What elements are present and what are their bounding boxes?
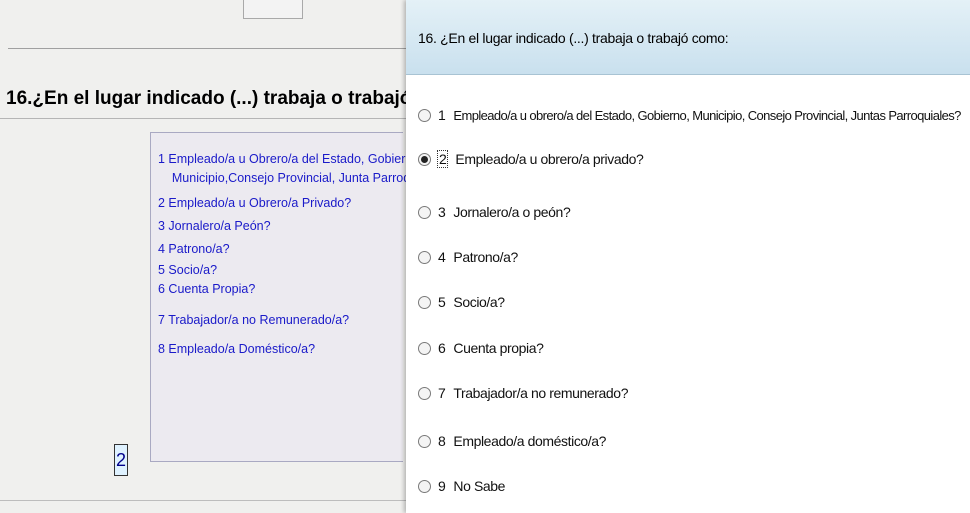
option-number: 4 bbox=[438, 249, 446, 265]
list-item: 8 Empleado/a Doméstico/a? bbox=[158, 342, 316, 356]
option-number: 8 bbox=[438, 433, 446, 449]
radio-button[interactable] bbox=[418, 341, 431, 355]
background-form: 16.¿En el lugar indicado (...) trabaja o… bbox=[0, 0, 474, 513]
divider-line bbox=[8, 48, 406, 49]
list-item: 2 Empleado/a u Obrero/a Privado? bbox=[158, 196, 352, 210]
question-dialog: 16. ¿En el lugar indicado (...) trabaja … bbox=[406, 0, 970, 513]
radio-button[interactable] bbox=[418, 479, 431, 493]
option-label: Jornalero/a o peón? bbox=[453, 204, 571, 220]
option-number: 2 bbox=[436, 150, 449, 168]
option-label: Trabajador/a no remunerado? bbox=[453, 385, 629, 401]
radio-option-1[interactable]: 1 Empleado/a u obrero/a del Estado, Gobi… bbox=[418, 104, 961, 126]
radio-option-7[interactable]: 7 Trabajador/a no remunerado? bbox=[418, 382, 628, 404]
radio-button[interactable] bbox=[418, 108, 431, 122]
radio-button[interactable] bbox=[418, 386, 431, 400]
answer-field[interactable]: 2 bbox=[114, 444, 128, 476]
option-label: Empleado/a u obrero/a del Estado, Gobier… bbox=[453, 107, 961, 123]
radio-option-2[interactable]: 2 Empleado/a u obrero/a privado? bbox=[418, 148, 644, 170]
option-label: Socio/a? bbox=[453, 294, 505, 310]
option-number: 6 bbox=[438, 340, 446, 356]
list-item: Municipio,Consejo Provincial, Junta Parr… bbox=[158, 171, 437, 185]
list-item: 3 Jornalero/a Peón? bbox=[158, 219, 271, 233]
radio-button[interactable] bbox=[418, 434, 431, 448]
radio-option-5[interactable]: 5 Socio/a? bbox=[418, 291, 505, 313]
divider-line bbox=[0, 500, 406, 501]
option-label: Empleado/a doméstico/a? bbox=[453, 433, 607, 449]
radio-button-selected[interactable] bbox=[418, 152, 431, 166]
list-item: 6 Cuenta Propia? bbox=[158, 282, 256, 296]
list-item: 5 Socio/a? bbox=[158, 263, 218, 277]
divider-line bbox=[0, 118, 406, 119]
radio-button[interactable] bbox=[418, 250, 431, 264]
option-number: 1 bbox=[438, 107, 446, 123]
dialog-header: 16. ¿En el lugar indicado (...) trabaja … bbox=[406, 0, 970, 75]
options-list: 1 Empleado/a u Obrero/a del Estado, Gobi… bbox=[158, 150, 437, 359]
list-item: 1 Empleado/a u Obrero/a del Estado, Gobi… bbox=[158, 152, 423, 166]
list-item: 7 Trabajador/a no Remunerado/a? bbox=[158, 313, 350, 327]
option-number: 7 bbox=[438, 385, 446, 401]
radio-option-9[interactable]: 9 No Sabe bbox=[418, 475, 505, 497]
option-label: No Sabe bbox=[453, 478, 506, 494]
radio-option-8[interactable]: 8 Empleado/a doméstico/a? bbox=[418, 430, 606, 452]
option-label: Empleado/a u obrero/a privado? bbox=[455, 151, 644, 167]
option-number: 5 bbox=[438, 294, 446, 310]
dialog-body: 1 Empleado/a u obrero/a del Estado, Gobi… bbox=[406, 75, 970, 513]
radio-option-4[interactable]: 4 Patrono/a? bbox=[418, 246, 518, 268]
option-number: 9 bbox=[438, 478, 446, 494]
radio-option-6[interactable]: 6 Cuenta propia? bbox=[418, 337, 544, 359]
list-item: 4 Patrono/a? bbox=[158, 242, 230, 256]
radio-button[interactable] bbox=[418, 205, 431, 219]
form-question: 16.¿En el lugar indicado (...) trabaja o… bbox=[6, 88, 474, 109]
dialog-title: 16. ¿En el lugar indicado (...) trabaja … bbox=[418, 30, 729, 46]
option-label: Cuenta propia? bbox=[453, 340, 544, 356]
top-input-box[interactable] bbox=[243, 0, 303, 19]
radio-button[interactable] bbox=[418, 295, 431, 309]
option-number: 3 bbox=[438, 204, 446, 220]
radio-option-3[interactable]: 3 Jornalero/a o peón? bbox=[418, 201, 571, 223]
option-label: Patrono/a? bbox=[453, 249, 518, 265]
